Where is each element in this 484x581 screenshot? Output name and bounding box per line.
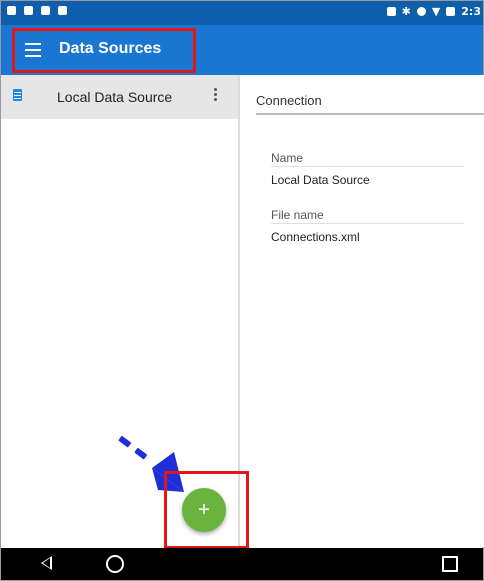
recents-icon[interactable]	[442, 556, 458, 572]
file-name-label: File name	[271, 208, 324, 222]
status-bar: ✱ ▼ 2:3	[1, 1, 483, 25]
wifi-icon: ▼	[431, 5, 441, 18]
bluetooth-icon: ✱	[401, 5, 411, 18]
add-data-source-button[interactable]: +	[182, 488, 226, 532]
notification-icon	[41, 6, 50, 15]
battery-icon	[446, 7, 456, 16]
details-pane: Connection Name Local Data Source File n…	[240, 75, 484, 547]
home-icon[interactable]	[106, 555, 124, 573]
navigation-bar	[1, 548, 483, 580]
name-label: Name	[271, 151, 304, 165]
divider	[271, 166, 464, 167]
notification-icon	[7, 6, 16, 15]
highlight-box	[12, 28, 196, 73]
notification-icon	[24, 6, 33, 15]
add-icon: +	[198, 499, 210, 521]
divider	[271, 223, 464, 224]
system-icons: ✱ ▼ 2:3	[386, 5, 481, 18]
notification-icons	[7, 6, 67, 15]
section-header: Connection	[256, 93, 322, 108]
data-source-icon	[13, 89, 22, 101]
dnd-icon	[416, 7, 426, 16]
status-time: 2:3	[461, 5, 481, 18]
list-item-label: Local Data Source	[57, 89, 173, 105]
divider	[256, 113, 484, 115]
nfc-icon	[386, 7, 396, 16]
more-vert-icon[interactable]	[214, 88, 218, 102]
notification-icon	[58, 6, 67, 15]
back-icon[interactable]	[41, 556, 52, 570]
file-name-value: Connections.xml	[271, 230, 360, 244]
list-item[interactable]: Local Data Source	[1, 75, 238, 119]
name-value: Local Data Source	[271, 173, 370, 187]
